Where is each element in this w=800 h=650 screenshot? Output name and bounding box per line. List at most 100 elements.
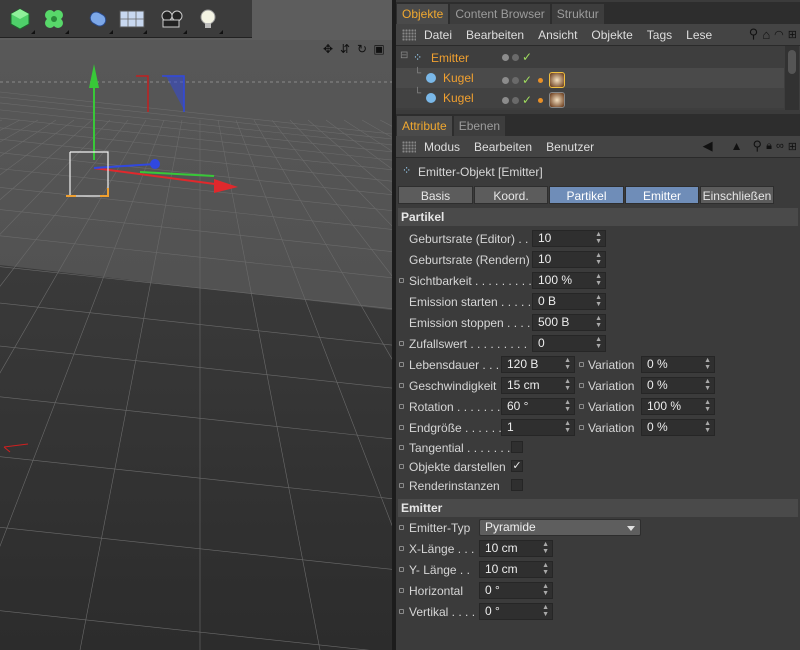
up-arrow-icon[interactable]: ▲ [731, 139, 743, 153]
stepper-arrows-icon[interactable]: ▲ ▼ [564, 357, 571, 371]
home-icon[interactable]: ⌂ [762, 27, 770, 42]
stepper-arrows-icon[interactable]: ▲ ▼ [564, 399, 571, 413]
checkbox[interactable] [511, 479, 523, 491]
animate-bullet-icon[interactable] [399, 404, 404, 409]
new-window-icon[interactable]: ⊞ [788, 28, 797, 41]
menu-benutzer[interactable]: Benutzer [546, 140, 594, 154]
tree-expand-icon[interactable]: ⊟ [400, 50, 408, 61]
tree-scrollbar[interactable] [785, 46, 799, 110]
pan-icon[interactable]: ✥ [321, 42, 335, 56]
variation-field[interactable]: 100 % ▲ ▼ [641, 398, 715, 415]
animate-bullet-icon[interactable] [579, 404, 584, 409]
variation-field[interactable]: 0 % ▲ ▼ [641, 419, 715, 436]
animate-bullet-icon[interactable] [399, 483, 404, 488]
value-field[interactable]: 10 ▲ ▼ [532, 230, 606, 247]
value-field[interactable]: 10 cm ▲ ▼ [479, 561, 553, 578]
stepper-arrows-icon[interactable]: ▲ ▼ [542, 541, 549, 555]
floor-icon[interactable] [116, 3, 148, 35]
stepper-arrows-icon[interactable]: ▲ ▼ [595, 252, 602, 266]
tab-attribute[interactable]: Attribute [397, 116, 452, 136]
animate-bullet-icon[interactable] [399, 546, 404, 551]
new-window-icon[interactable]: ⊞ [788, 140, 797, 153]
drag-grip-icon[interactable] [402, 28, 416, 41]
emitter-type-dropdown[interactable]: Pyramide [479, 519, 641, 536]
animate-bullet-icon[interactable] [399, 609, 404, 614]
search-icon[interactable]: ⚲ [753, 138, 763, 154]
animate-bullet-icon[interactable] [399, 362, 404, 367]
deformer-icon[interactable] [82, 3, 114, 35]
3d-viewport[interactable]: ✥ ⇵ ↻ ▣ [0, 0, 392, 650]
value-field[interactable]: 10 ▲ ▼ [532, 251, 606, 268]
subtab-partikel[interactable]: Partikel [549, 186, 624, 204]
search-icon[interactable]: ⚲ [749, 26, 759, 42]
back-arrow-icon[interactable]: ◀ [703, 138, 713, 154]
link-icon[interactable]: ∞ [776, 140, 784, 152]
value-field[interactable]: 1 ▲ ▼ [501, 419, 575, 436]
animate-bullet-icon[interactable] [399, 525, 404, 530]
menu-modus[interactable]: Modus [424, 140, 460, 154]
animate-bullet-icon[interactable] [579, 383, 584, 388]
stepper-arrows-icon[interactable]: ▲ ▼ [595, 273, 602, 287]
cloner-icon[interactable] [38, 3, 70, 35]
stepper-arrows-icon[interactable]: ▲ ▼ [542, 604, 549, 618]
render-dot-icon[interactable] [512, 54, 519, 61]
checked-checkbox[interactable]: ✓ [511, 460, 523, 472]
visibility-dot-icon[interactable] [502, 54, 509, 61]
subtab-einschliessen[interactable]: Einschließen [700, 186, 774, 204]
stepper-arrows-icon[interactable]: ▲ ▼ [595, 231, 602, 245]
menu-bearbeiten[interactable]: Bearbeiten [466, 28, 524, 42]
menu-tags[interactable]: Tags [647, 28, 672, 42]
tab-struktur[interactable]: Struktur [551, 4, 604, 24]
menu-lesezeichen[interactable]: Lese [686, 28, 712, 42]
animate-bullet-icon[interactable] [399, 278, 404, 283]
menu-bearbeiten[interactable]: Bearbeiten [474, 140, 532, 154]
value-field[interactable]: 10 cm ▲ ▼ [479, 540, 553, 557]
value-field[interactable]: 60 ° ▲ ▼ [501, 398, 575, 415]
tab-content-browser[interactable]: Content Browser [450, 4, 550, 24]
value-field[interactable]: 0 B ▲ ▼ [532, 293, 606, 310]
menu-datei[interactable]: Datei [424, 28, 452, 42]
value-field[interactable]: 0 ° ▲ ▼ [479, 582, 553, 599]
tab-ebenen[interactable]: Ebenen [453, 116, 506, 136]
value-field[interactable]: 100 % ▲ ▼ [532, 272, 606, 289]
light-icon[interactable] [192, 3, 224, 35]
menu-ansicht[interactable]: Ansicht [538, 28, 577, 42]
subtab-koord[interactable]: Koord. [474, 186, 548, 204]
stepper-arrows-icon[interactable]: ▲ ▼ [595, 315, 602, 329]
maximize-view-icon[interactable]: ▣ [372, 42, 386, 56]
animate-bullet-icon[interactable] [579, 362, 584, 367]
menu-objekte[interactable]: Objekte [591, 28, 632, 42]
value-field[interactable]: 15 cm ▲ ▼ [501, 377, 575, 394]
tree-row-kugel-1[interactable]: └ Kugel ✓ [396, 68, 784, 88]
rotate-view-icon[interactable]: ↻ [355, 42, 369, 56]
phong-tag-icon[interactable] [538, 77, 544, 83]
tree-row-emitter[interactable]: ⊟ ⁘ Emitter ✓ [396, 48, 784, 68]
stepper-arrows-icon[interactable]: ▲ ▼ [704, 357, 711, 371]
animate-bullet-icon[interactable] [399, 341, 404, 346]
tab-objekte[interactable]: Objekte [397, 4, 449, 24]
subtab-basis[interactable]: Basis [398, 186, 473, 204]
animate-bullet-icon[interactable] [399, 445, 404, 450]
stepper-arrows-icon[interactable]: ▲ ▼ [704, 399, 711, 413]
stepper-arrows-icon[interactable]: ▲ ▼ [542, 583, 549, 597]
animate-bullet-icon[interactable] [399, 464, 404, 469]
variation-field[interactable]: 0 % ▲ ▼ [641, 356, 715, 373]
animate-bullet-icon[interactable] [399, 567, 404, 572]
stepper-arrows-icon[interactable]: ▲ ▼ [704, 378, 711, 392]
subtab-emitter[interactable]: Emitter [625, 186, 699, 204]
stepper-arrows-icon[interactable]: ▲ ▼ [564, 378, 571, 392]
tree-row-kugel-2[interactable]: └ Kugel ✓ [396, 88, 784, 108]
value-field[interactable]: 0 ▲ ▼ [532, 335, 606, 352]
stepper-arrows-icon[interactable]: ▲ ▼ [595, 336, 602, 350]
checkbox[interactable] [511, 441, 523, 453]
value-field[interactable]: 120 B ▲ ▼ [501, 356, 575, 373]
drag-grip-icon[interactable] [402, 140, 416, 153]
cube-icon[interactable] [4, 3, 36, 35]
eye-icon[interactable]: ◠ [774, 28, 784, 41]
camera-icon[interactable] [156, 3, 188, 35]
value-field[interactable]: 500 B ▲ ▼ [532, 314, 606, 331]
animate-bullet-icon[interactable] [399, 588, 404, 593]
animate-bullet-icon[interactable] [579, 425, 584, 430]
variation-field[interactable]: 0 % ▲ ▼ [641, 377, 715, 394]
viewport-canvas[interactable] [0, 0, 392, 650]
